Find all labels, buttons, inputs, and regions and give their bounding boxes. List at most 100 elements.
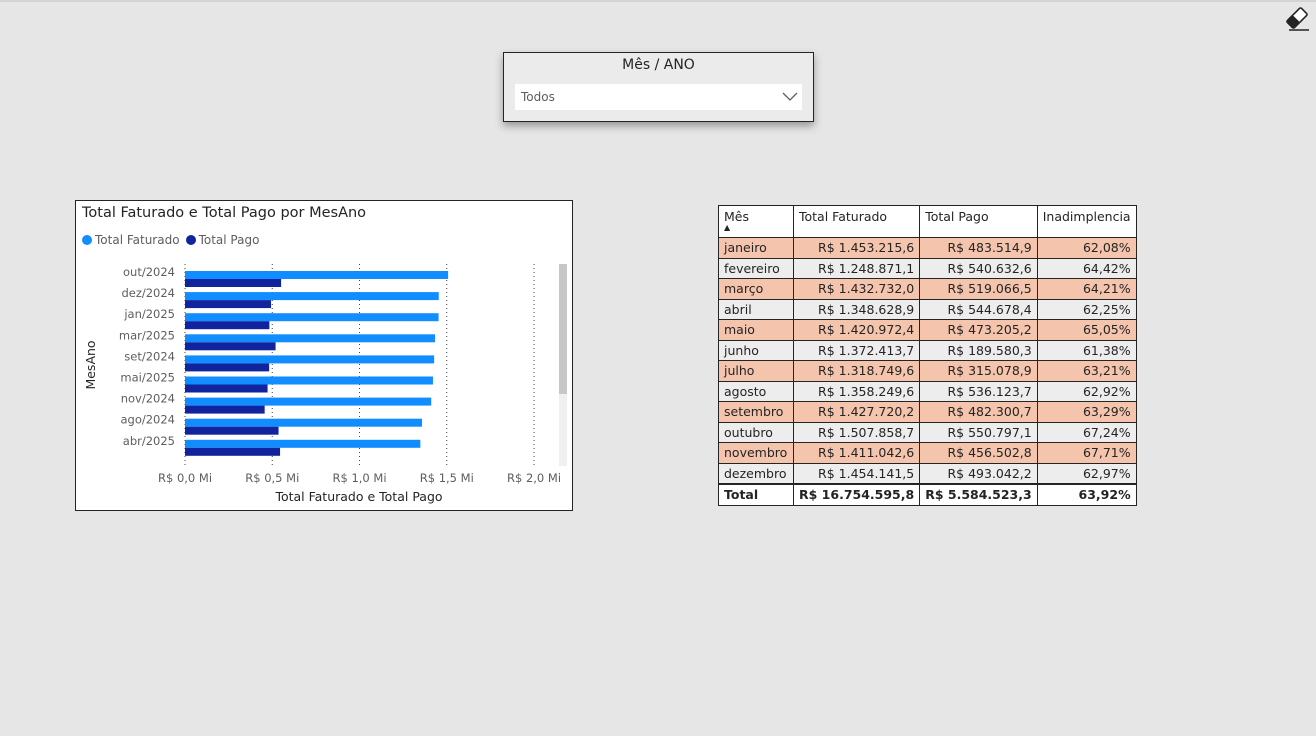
eraser-icon[interactable]	[1283, 4, 1311, 32]
bar-total-faturado[interactable]	[185, 292, 439, 301]
cell-total-faturado: R$ 1.358.249,6	[792, 380, 921, 402]
table-row[interactable]: agosto R$ 1.358.249,6 R$ 536.123,7 62,92%	[718, 380, 1137, 402]
cell-total-pago: R$ 315.078,9	[919, 360, 1038, 382]
table-row[interactable]: maio R$ 1.420.972,4 R$ 473.205,2 65,05%	[718, 319, 1137, 341]
bar-total-pago[interactable]	[185, 321, 270, 330]
cell-mes: junho	[718, 339, 794, 361]
cell-inadimplencia: 62,92%	[1036, 380, 1137, 402]
total-cell-inadimplencia: 63,92%	[1036, 483, 1137, 506]
y-tick-label: out/2024	[123, 265, 175, 279]
table-row[interactable]: março R$ 1.432.732,0 R$ 519.066,5 64,21%	[718, 278, 1137, 300]
y-tick-label: nov/2024	[121, 392, 175, 406]
cell-inadimplencia: 67,24%	[1036, 421, 1137, 443]
x-tick-label: R$ 0,0 Mi	[158, 471, 212, 485]
cell-total-pago: R$ 189.580,3	[919, 339, 1038, 361]
cell-total-pago: R$ 482.300,7	[919, 401, 1038, 423]
bar-total-pago[interactable]	[185, 447, 281, 456]
header-mes[interactable]: Mês ▲	[718, 205, 794, 238]
table-row[interactable]: abril R$ 1.348.628,9 R$ 544.678,4 62,25%	[718, 298, 1137, 320]
table-row[interactable]: junho R$ 1.372.413,7 R$ 189.580,3 61,38%	[718, 339, 1137, 361]
bar-total-faturado[interactable]	[185, 397, 432, 406]
cell-total-faturado: R$ 1.454.141,5	[792, 462, 921, 485]
cell-mes: outubro	[718, 421, 794, 443]
table-body: janeiro R$ 1.453.215,6 R$ 483.514,9 62,08% f…	[718, 237, 1137, 506]
y-tick-label: ago/2024	[120, 413, 175, 427]
table-row[interactable]: setembro R$ 1.427.720,2 R$ 482.300,7 63,29%	[718, 401, 1137, 423]
header-inadimplencia[interactable]: Inadimplencia	[1036, 205, 1137, 238]
bar-total-faturado[interactable]	[185, 271, 449, 279]
cell-inadimplencia: 64,21%	[1036, 278, 1137, 300]
cell-mes: janeiro	[718, 237, 794, 259]
table-row[interactable]: outubro R$ 1.507.858,7 R$ 550.797,1 67,24%	[718, 421, 1137, 443]
total-cell-mes: Total	[718, 483, 794, 506]
cell-total-faturado: R$ 1.348.628,9	[792, 298, 921, 320]
bar-total-faturado[interactable]	[185, 418, 423, 427]
chart-scrollbar-thumb[interactable]	[559, 264, 567, 394]
cell-total-faturado: R$ 1.411.042,6	[792, 442, 921, 464]
cell-inadimplencia: 62,25%	[1036, 298, 1137, 320]
bar-total-pago[interactable]	[185, 300, 272, 309]
x-tick-label: R$ 1,5 Mi	[420, 471, 474, 485]
cell-inadimplencia: 62,08%	[1036, 237, 1137, 259]
table-row[interactable]: janeiro R$ 1.453.215,6 R$ 483.514,9 62,08%	[718, 237, 1137, 259]
bar-total-pago[interactable]	[185, 405, 265, 414]
cell-total-pago: R$ 519.066,5	[919, 278, 1038, 300]
bar-total-pago[interactable]	[185, 363, 270, 372]
cell-total-pago: R$ 493.042,2	[919, 462, 1038, 485]
cell-mes: março	[718, 278, 794, 300]
table-row[interactable]: julho R$ 1.318.749,6 R$ 315.078,9 63,21%	[718, 360, 1137, 382]
header-total-pago[interactable]: Total Pago	[919, 205, 1038, 238]
bar-total-faturado[interactable]	[185, 355, 435, 364]
sort-ascending-icon: ▲	[724, 223, 731, 232]
cell-total-faturado: R$ 1.420.972,4	[792, 319, 921, 341]
bar-chart-card: Total Faturado e Total Pago por MesAno T…	[75, 200, 573, 511]
y-axis-title: MesAno	[83, 340, 98, 389]
bar-total-pago[interactable]	[185, 426, 279, 435]
y-tick-label: jan/2025	[123, 307, 175, 321]
y-tick-label: dez/2024	[121, 286, 175, 300]
top-border	[0, 0, 1316, 2]
cell-mes: maio	[718, 319, 794, 341]
cell-total-pago: R$ 544.678,4	[919, 298, 1038, 320]
bar-total-pago[interactable]	[185, 279, 282, 287]
x-tick-label: R$ 2,0 Mi	[507, 471, 561, 485]
cell-inadimplencia: 63,29%	[1036, 401, 1137, 423]
cell-mes: novembro	[718, 442, 794, 464]
x-axis-title: Total Faturado e Total Pago	[274, 489, 442, 504]
cell-total-pago: R$ 550.797,1	[919, 421, 1038, 443]
bar-total-faturado[interactable]	[185, 334, 436, 343]
bar-chart: R$ 0,0 Mi R$ 0,5 Mi R$ 1,0 Mi R$ 1,5 Mi R$ 2…	[83, 264, 561, 504]
cell-total-faturado: R$ 1.432.732,0	[792, 278, 921, 300]
cell-inadimplencia: 67,71%	[1036, 442, 1137, 464]
monthly-matrix-table: Mês ▲ Total Faturado Total Pago Inadimpl…	[718, 205, 1137, 506]
cell-total-pago: R$ 473.205,2	[919, 319, 1038, 341]
y-tick-label: mai/2025	[120, 371, 175, 385]
month-year-slicer: Mês / ANO Todos	[503, 52, 814, 122]
cell-total-pago: R$ 536.123,7	[919, 380, 1038, 402]
table-row[interactable]: novembro R$ 1.411.042,6 R$ 456.502,8 67,71%	[718, 442, 1137, 464]
cell-inadimplencia: 61,38%	[1036, 339, 1137, 361]
bar-total-faturado[interactable]	[185, 376, 433, 385]
bar-total-faturado[interactable]	[185, 439, 421, 448]
bar-total-faturado[interactable]	[185, 313, 439, 322]
bar-total-pago[interactable]	[185, 384, 268, 393]
cell-total-pago: R$ 483.514,9	[919, 237, 1038, 259]
table-row[interactable]: fevereiro R$ 1.248.871,1 R$ 540.632,6 64,42…	[718, 257, 1137, 279]
slicer-dropdown[interactable]: Todos	[515, 84, 802, 110]
cell-total-faturado: R$ 1.507.858,7	[792, 421, 921, 443]
total-cell-total-pago: R$ 5.584.523,3	[919, 483, 1038, 506]
table-header-row: Mês ▲ Total Faturado Total Pago Inadimpl…	[718, 205, 1137, 238]
cell-inadimplencia: 62,97%	[1036, 462, 1137, 485]
header-total-faturado[interactable]: Total Faturado	[792, 205, 921, 238]
header-mes-label: Mês	[724, 209, 749, 224]
x-tick-label: R$ 0,5 Mi	[245, 471, 299, 485]
bar-total-pago[interactable]	[185, 342, 276, 351]
chevron-down-icon	[782, 92, 798, 101]
table-row[interactable]: dezembro R$ 1.454.141,5 R$ 493.042,2 62,97%	[718, 462, 1137, 485]
cell-total-pago: R$ 540.632,6	[919, 257, 1038, 279]
cell-mes: fevereiro	[718, 257, 794, 279]
y-tick-label: abr/2025	[123, 434, 175, 448]
cell-total-pago: R$ 456.502,8	[919, 442, 1038, 464]
table-total-row: Total R$ 16.754.595,8 R$ 5.584.523,3 63,92%	[718, 483, 1137, 506]
slicer-title: Mês / ANO	[622, 57, 695, 73]
